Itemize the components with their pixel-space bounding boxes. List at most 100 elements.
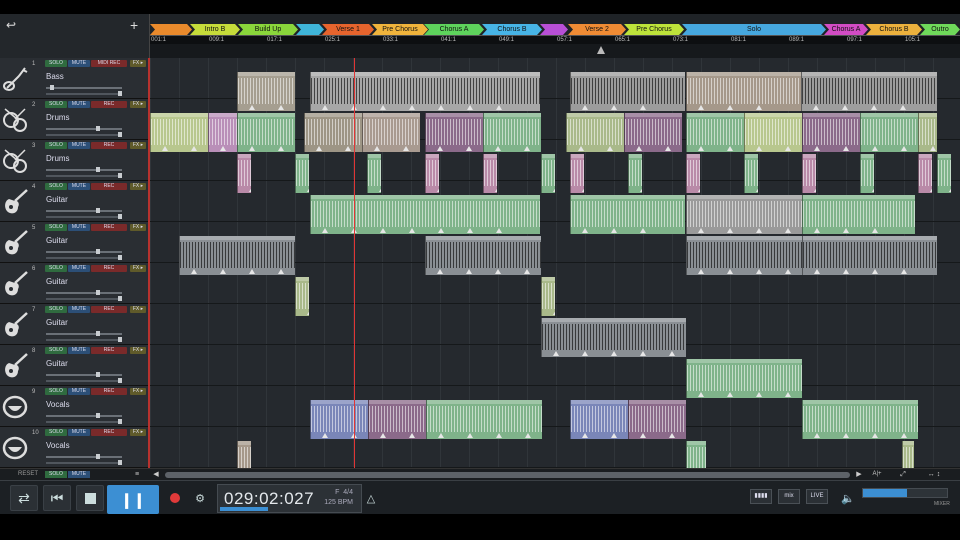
audio-clip[interactable] xyxy=(686,154,700,193)
audio-clip[interactable] xyxy=(918,113,937,152)
arranger-part[interactable]: Build Up xyxy=(238,24,298,35)
loop-marker-icon[interactable] xyxy=(640,433,646,438)
loop-marker-icon[interactable] xyxy=(872,228,878,233)
loop-marker-icon[interactable] xyxy=(525,433,531,438)
audio-clip[interactable] xyxy=(541,277,555,316)
loop-marker-icon[interactable] xyxy=(901,433,907,438)
loop-marker-icon[interactable] xyxy=(640,105,646,110)
fader-knob[interactable] xyxy=(118,214,122,219)
loop-marker-icon[interactable] xyxy=(785,269,791,274)
loop-marker-icon[interactable] xyxy=(322,433,328,438)
fader-knob[interactable] xyxy=(96,249,100,254)
loop-marker-icon[interactable] xyxy=(278,269,284,274)
loop-marker-icon[interactable] xyxy=(582,105,588,110)
loop-marker-icon[interactable] xyxy=(524,269,530,274)
audio-clip[interactable] xyxy=(295,277,309,316)
loop-marker-icon[interactable] xyxy=(278,146,284,151)
fx-button[interactable]: FX ▸ xyxy=(130,60,146,67)
loop-marker-icon[interactable] xyxy=(756,146,762,151)
loop-marker-icon[interactable] xyxy=(698,228,704,233)
loop-marker-icon[interactable] xyxy=(785,228,791,233)
fx-button[interactable]: FX ▸ xyxy=(130,142,146,149)
track-name[interactable]: Drums xyxy=(46,154,70,163)
audio-clip[interactable] xyxy=(425,113,483,152)
audio-clip[interactable] xyxy=(570,400,628,439)
reset-button[interactable]: RESET xyxy=(18,471,38,477)
mix-view-button[interactable]: mix xyxy=(778,489,800,504)
loop-marker-icon[interactable] xyxy=(582,228,588,233)
fader-knob[interactable] xyxy=(96,372,100,377)
loop-marker-icon[interactable] xyxy=(814,146,820,151)
fader-knob[interactable] xyxy=(96,290,100,295)
loop-marker-icon[interactable] xyxy=(437,187,439,192)
record-arm-button[interactable]: REC xyxy=(91,429,127,436)
audio-clip[interactable] xyxy=(902,441,914,468)
arranger-part[interactable]: Verse 1 xyxy=(322,24,374,35)
fx-button[interactable]: FX ▸ xyxy=(130,183,146,190)
loop-marker-icon[interactable] xyxy=(872,146,878,151)
loop-marker-icon[interactable] xyxy=(814,228,820,233)
loop-marker-icon[interactable] xyxy=(466,146,472,151)
loop-marker-icon[interactable] xyxy=(872,433,878,438)
loop-marker-icon[interactable] xyxy=(698,269,704,274)
audio-clip[interactable] xyxy=(237,441,251,468)
loop-marker-icon[interactable] xyxy=(727,146,733,151)
loop-marker-icon[interactable] xyxy=(842,105,848,110)
loop-marker-icon[interactable] xyxy=(316,146,322,151)
audio-clip[interactable] xyxy=(744,113,802,152)
track-header[interactable]: 3 SOLO MUTE REC FX ▸ Drums xyxy=(0,140,148,181)
loop-marker-icon[interactable] xyxy=(220,146,226,151)
fx-button[interactable]: FX ▸ xyxy=(130,306,146,313)
loop-marker-icon[interactable] xyxy=(307,310,309,315)
loop-marker-icon[interactable] xyxy=(437,269,443,274)
loop-marker-icon[interactable] xyxy=(582,187,584,192)
volume-fader[interactable] xyxy=(46,454,122,459)
record-arm-button[interactable]: REC xyxy=(91,306,127,313)
loop-marker-icon[interactable] xyxy=(438,105,444,110)
audio-clip[interactable] xyxy=(541,154,555,193)
fx-button[interactable]: FX ▸ xyxy=(130,101,146,108)
loop-marker-icon[interactable] xyxy=(322,105,328,110)
record-arm-button[interactable]: REC xyxy=(91,347,127,354)
record-arm-button[interactable]: REC xyxy=(91,142,127,149)
mute-button[interactable]: MUTE xyxy=(68,101,90,108)
pan-fader[interactable] xyxy=(46,173,122,178)
pan-fader[interactable] xyxy=(46,378,122,383)
mute-button[interactable]: MUTE xyxy=(68,60,90,67)
loop-marker-icon[interactable] xyxy=(727,105,733,110)
loop-marker-icon[interactable] xyxy=(785,392,791,397)
arranger-part[interactable]: Chorus B xyxy=(482,24,542,35)
fx-button[interactable]: FX ▸ xyxy=(130,265,146,272)
loop-marker-icon[interactable] xyxy=(640,228,646,233)
solo-all-button[interactable]: SOLO xyxy=(45,471,67,478)
track-name[interactable]: Guitar xyxy=(46,359,68,368)
loop-marker-icon[interactable] xyxy=(930,146,936,151)
audio-clip[interactable] xyxy=(310,400,368,439)
track-name[interactable]: Vocals xyxy=(46,400,70,409)
fader-knob[interactable] xyxy=(96,454,100,459)
audio-clip[interactable] xyxy=(801,72,937,111)
loop-marker-icon[interactable] xyxy=(843,433,849,438)
fader-knob[interactable] xyxy=(96,413,100,418)
fit-icon[interactable]: ⤢ xyxy=(898,471,908,478)
mixer-label[interactable]: MIXER xyxy=(934,501,950,507)
loop-marker-icon[interactable] xyxy=(843,146,849,151)
loop-marker-icon[interactable] xyxy=(578,146,584,151)
audio-clip[interactable] xyxy=(628,400,686,439)
master-volume-slider[interactable] xyxy=(862,488,948,498)
loop-marker-icon[interactable] xyxy=(495,269,501,274)
mute-button[interactable]: MUTE xyxy=(68,347,90,354)
pan-fader[interactable] xyxy=(46,337,122,342)
arrangement-area[interactable] xyxy=(150,58,960,468)
audio-clip[interactable] xyxy=(367,154,381,193)
zoom-text-button[interactable]: A|+ xyxy=(868,471,886,478)
arranger-part[interactable] xyxy=(296,24,324,35)
arranger-part[interactable]: Solo xyxy=(682,24,826,35)
loop-marker-icon[interactable] xyxy=(756,269,762,274)
solo-button[interactable]: SOLO xyxy=(45,60,67,67)
volume-fader[interactable] xyxy=(46,249,122,254)
track-name[interactable]: Vocals xyxy=(46,441,70,450)
loop-marker-icon[interactable] xyxy=(403,146,409,151)
loop-marker-icon[interactable] xyxy=(495,187,497,192)
loop-marker-icon[interactable] xyxy=(901,146,907,151)
